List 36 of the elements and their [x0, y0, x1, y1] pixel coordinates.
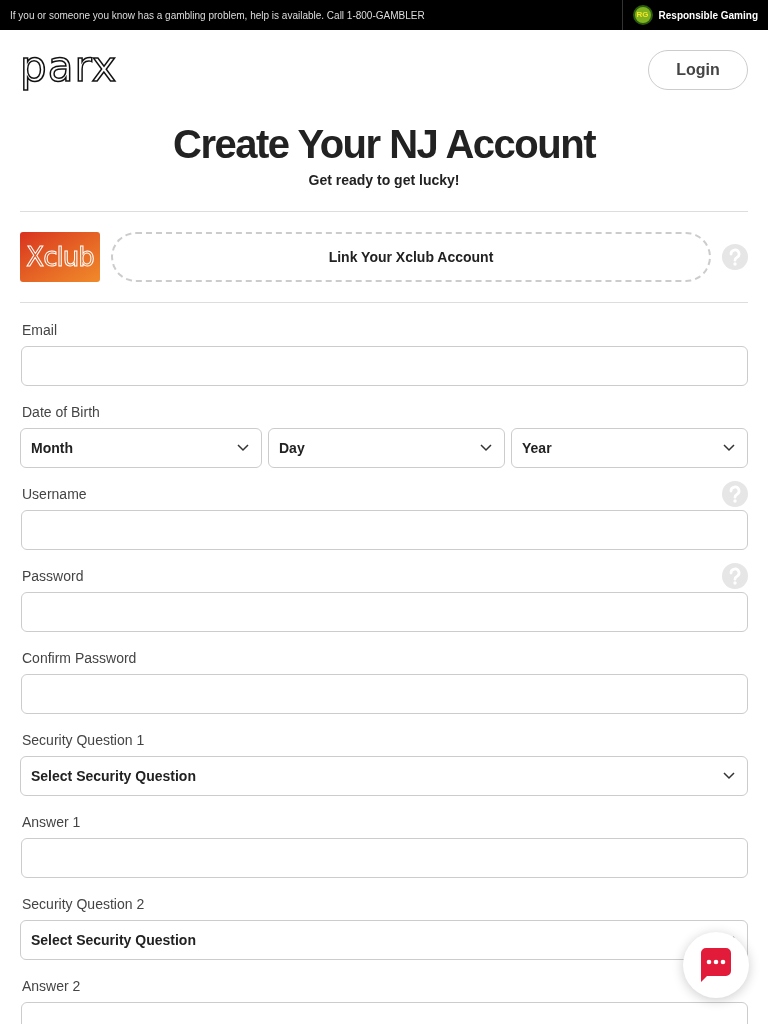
- field-label: Security Question 2: [21, 894, 145, 914]
- field-label: Answer 2: [21, 976, 81, 996]
- field-label: Confirm Password: [21, 648, 137, 668]
- chat-button[interactable]: [683, 932, 749, 998]
- parx-logo[interactable]: parx: [20, 42, 118, 92]
- chevron-down-icon: [723, 772, 735, 780]
- field-label: Password: [21, 566, 84, 586]
- security-question-select[interactable]: Select Security Question: [20, 920, 748, 960]
- field-label: Date of Birth: [21, 402, 100, 422]
- helpline-message: If you or someone you know has a gambling problem, help is available. Call 1-800-GAMBLER: [9, 8, 425, 23]
- page-subtitle: Get ready to get lucky!: [307, 171, 461, 190]
- chevron-down-icon: [237, 444, 249, 452]
- date-select[interactable]: Day: [268, 428, 505, 468]
- input-field[interactable]: [21, 674, 748, 714]
- input-field[interactable]: [21, 510, 748, 550]
- responsible-gaming-link[interactable]: RG Responsible Gaming: [621, 0, 768, 30]
- link-xclub-button[interactable]: Link Your Xclub Account: [111, 232, 711, 282]
- help-icon[interactable]: [722, 244, 748, 270]
- field-label: Answer 1: [21, 812, 81, 832]
- date-select[interactable]: Month: [20, 428, 262, 468]
- chevron-down-icon: [723, 444, 735, 452]
- help-icon[interactable]: [722, 481, 748, 507]
- security-question-select[interactable]: Select Security Question: [20, 756, 748, 796]
- field-label: Username: [21, 484, 87, 504]
- input-field[interactable]: [21, 592, 748, 632]
- rg-badge: RG: [632, 5, 653, 25]
- chat-bubble-icon: [700, 948, 732, 982]
- input-field[interactable]: [21, 346, 748, 386]
- field-label: Email: [21, 320, 57, 340]
- field-label: Security Question 1: [21, 730, 145, 750]
- help-icon[interactable]: [722, 563, 748, 589]
- input-field[interactable]: [21, 838, 748, 878]
- page-title: Create Your NJ Account: [172, 122, 597, 166]
- xclub-card: Xclub: [20, 232, 100, 282]
- date-select[interactable]: Year: [511, 428, 748, 468]
- chevron-down-icon: [480, 444, 492, 452]
